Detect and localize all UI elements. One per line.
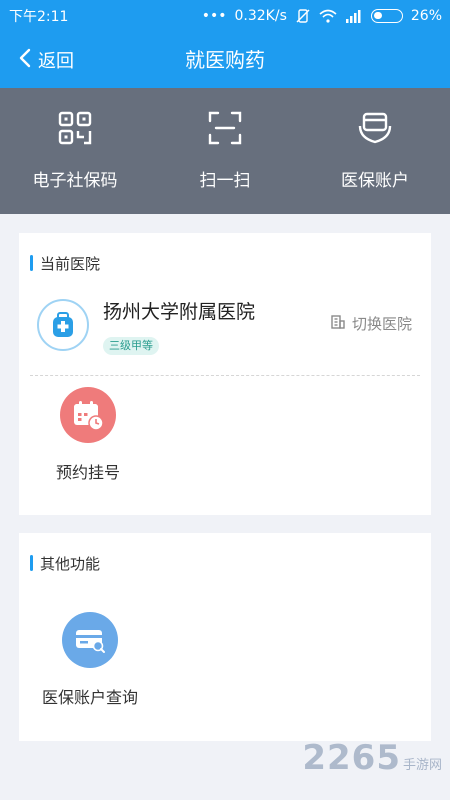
- section-title: 当前医院: [30, 253, 100, 273]
- function-label: 医保账户查询: [41, 688, 138, 707]
- watermark: 2265 手游网: [302, 738, 442, 778]
- insurance-account-query-button[interactable]: 医保账户查询: [40, 612, 140, 708]
- wifi-icon: [319, 9, 337, 23]
- mute-vibrate-icon: [295, 8, 311, 24]
- qr-code-icon: [55, 108, 95, 148]
- signal-icon: [345, 9, 363, 23]
- quick-action-bar: 电子社保码 扫一扫 医保账户: [0, 88, 450, 214]
- status-indicators: ••• 0.32K/s 26%: [202, 8, 442, 24]
- insurance-account-button[interactable]: 医保账户: [300, 88, 450, 214]
- status-time: 下午2:11: [9, 9, 69, 25]
- watermark-text: 手游网: [402, 758, 442, 773]
- network-speed: 0.32K/s: [234, 8, 287, 24]
- title-bar: 返回 就医购药: [0, 32, 450, 88]
- function-label: 预约挂号: [55, 463, 120, 482]
- wallet-hand-icon: [355, 108, 395, 148]
- hospital-logo-icon: [37, 299, 89, 351]
- switch-hospital-label: 切换医院: [351, 315, 412, 333]
- dashed-divider: [30, 375, 420, 376]
- watermark-number: 2265: [302, 738, 401, 778]
- back-label: 返回: [38, 51, 74, 72]
- back-button[interactable]: 返回: [18, 32, 74, 88]
- status-bar: 下午2:11 ••• 0.32K/s 26%: [0, 0, 450, 32]
- quick-action-label: 电子社保码: [32, 171, 118, 191]
- social-security-code-button[interactable]: 电子社保码: [0, 88, 150, 214]
- hospital-name: 扬州大学附属医院: [103, 301, 256, 323]
- scan-button[interactable]: 扫一扫: [150, 88, 300, 214]
- other-functions-card: 其他功能 医保账户查询: [19, 533, 431, 741]
- battery-icon: [370, 9, 403, 23]
- card-search-icon: [62, 612, 118, 668]
- section-accent-bar: [30, 255, 33, 271]
- scan-icon: [205, 108, 245, 148]
- current-hospital-card: 当前医院 扬州大学附属医院 三级甲等 切换医院 预约挂号: [19, 233, 431, 515]
- section-title-text: 其他功能: [40, 554, 101, 573]
- battery-percent: 26%: [410, 8, 442, 24]
- hospital-level-badge: 三级甲等: [103, 337, 159, 355]
- quick-action-label: 医保账户: [341, 171, 409, 191]
- chevron-left-icon: [18, 47, 32, 74]
- section-accent-bar: [30, 555, 33, 571]
- appointment-button[interactable]: 预约挂号: [38, 387, 138, 483]
- quick-action-label: 扫一扫: [199, 171, 251, 191]
- status-dots: •••: [201, 8, 227, 24]
- section-title: 其他功能: [30, 553, 100, 573]
- building-icon: [330, 314, 346, 334]
- section-title-text: 当前医院: [40, 254, 101, 273]
- calendar-clock-icon: [60, 387, 116, 443]
- switch-hospital-button[interactable]: 切换医院: [330, 313, 412, 334]
